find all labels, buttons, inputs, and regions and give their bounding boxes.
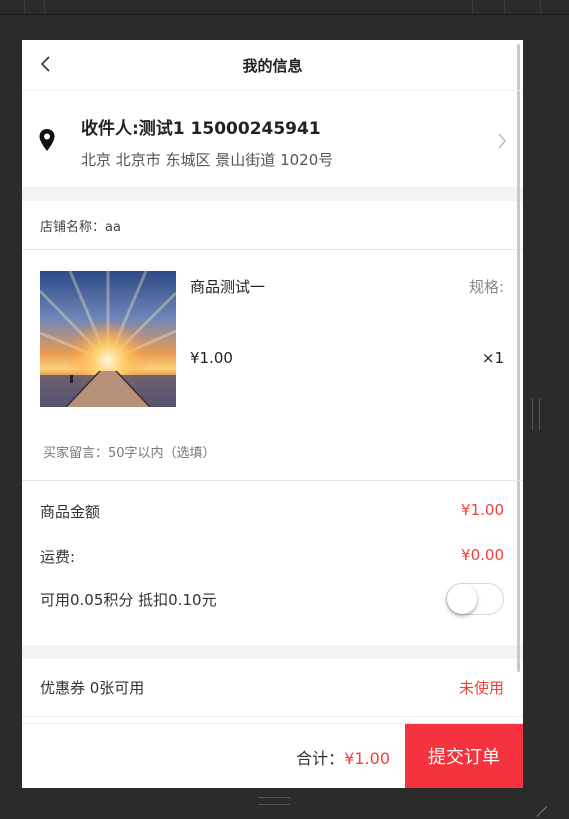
chrome-divider [24,0,25,14]
location-pin-icon [39,129,55,151]
section-gap [22,187,523,201]
resize-grip-icon[interactable] [533,793,547,807]
resize-handle-bottom[interactable] [258,797,290,805]
address-detail: 北京 北京市 东城区 景山街道 1020号 [81,151,334,169]
chrome-divider [540,0,541,14]
product-price: ¥1.00 [190,349,233,367]
shipping-row: 运费: ¥0.00 [40,546,504,567]
chrome-divider [472,0,473,14]
points-label: 可用0.05积分 抵扣0.10元 [40,590,217,609]
product-spec: 规格: [468,278,504,296]
section-gap [22,645,523,659]
shipping-value: ¥0.00 [461,546,504,564]
product-image[interactable] [40,271,176,407]
total-label: 合计： [296,749,345,768]
coupon-status: 未使用 [458,679,504,697]
chrome-divider [44,0,45,14]
coupon-label: 优惠券 0张可用 [40,679,145,697]
shop-name: 店铺名称：aa [22,201,523,250]
recipient-name: 收件人:测试1 15000245941 [81,119,321,139]
goods-amount-value: ¥1.00 [461,501,504,519]
order-summary: 商品金额 ¥1.00 运费: ¥0.00 可用0.05积分 抵扣0.10元 [22,481,523,645]
toggle-knob [447,584,477,614]
buyer-message-input[interactable]: 买家留言：50字以内（选填） [43,442,216,461]
resize-handle-right[interactable] [532,398,540,430]
back-icon[interactable] [36,54,56,74]
checkout-bar: 合计：¥1.00 提交订单 [22,723,523,788]
window-chrome-top [0,0,569,15]
coupon-row[interactable]: 优惠券 0张可用 未使用 [22,659,523,717]
points-row: 可用0.05积分 抵扣0.10元 [40,583,504,615]
phone-screen: 我的信息 收件人:测试1 15000245941 北京 北京市 东城区 景山街道… [22,40,523,788]
total: 合计：¥1.00 [296,745,390,769]
submit-order-button[interactable]: 提交订单 [405,724,523,788]
product-quantity: ×1 [481,349,504,367]
goods-amount-row: 商品金额 ¥1.00 [40,501,504,522]
product-name: 商品测试一 [190,278,266,296]
chevron-right-icon [498,133,506,149]
chrome-divider [504,0,505,14]
total-amount: ¥1.00 [344,749,390,768]
goods-amount-label: 商品金额 [40,503,101,521]
product-item: 商品测试一 规格: ¥1.00 ×1 买家留言：50字以内（选填） [22,250,523,481]
page-title: 我的信息 [242,56,303,75]
shipping-label: 运费: [40,548,76,566]
address-card[interactable]: 收件人:测试1 15000245941 北京 北京市 东城区 景山街道 1020… [22,90,523,187]
points-toggle[interactable] [446,583,504,615]
nav-header: 我的信息 [22,40,523,90]
